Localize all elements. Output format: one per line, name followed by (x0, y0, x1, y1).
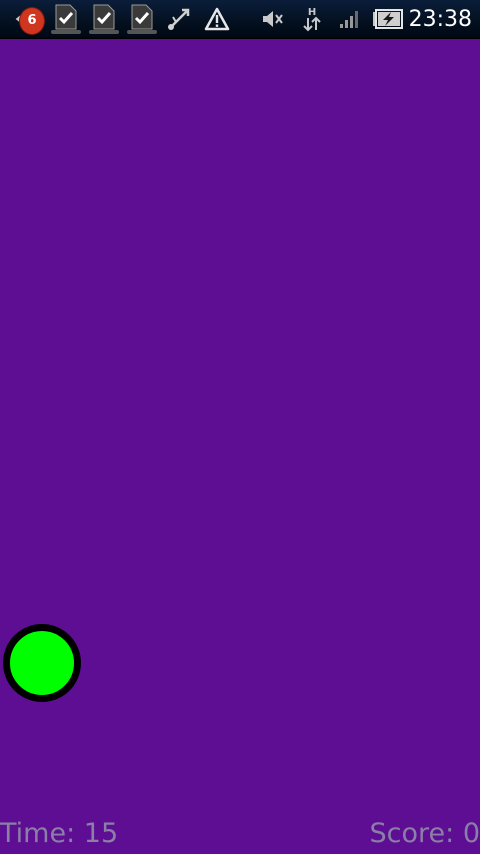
task-complete-icon (126, 0, 158, 38)
hspa-data-icon: H (300, 0, 324, 38)
status-clock: 23:38 (408, 7, 472, 32)
time-readout: Time: 15 (0, 818, 118, 850)
mute-icon (260, 0, 286, 38)
task-complete-icon (88, 0, 120, 38)
green-ball[interactable] (3, 624, 81, 702)
svg-text:H: H (308, 7, 316, 18)
signal-icon (338, 0, 362, 38)
score-label: Score: (369, 818, 463, 849)
game-screen[interactable]: 6 H 23:38 Time: 15 Score: 0 (0, 0, 480, 854)
score-value: 0 (462, 818, 480, 849)
score-readout: Score: 0 (370, 818, 480, 850)
status-bar: 6 H 23:38 (0, 0, 480, 39)
warning-icon (204, 0, 230, 38)
time-value: 15 (83, 818, 119, 849)
battery-charging-icon (372, 0, 404, 38)
time-label: Time: (0, 818, 84, 849)
usb-debug-icon (166, 0, 192, 38)
task-complete-icon (50, 0, 82, 38)
notification-count-badge: 6 (20, 8, 44, 34)
